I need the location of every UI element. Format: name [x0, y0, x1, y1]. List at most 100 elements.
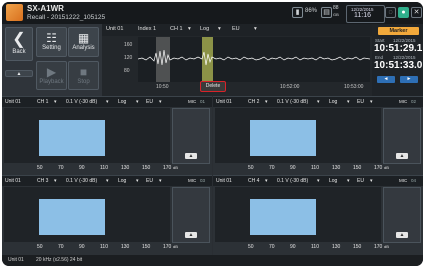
range-select[interactable]: 0.1 V (-30 dB) — [277, 99, 308, 105]
channel-select[interactable]: CH 3 — [37, 178, 48, 184]
x-tick: 90 — [79, 165, 85, 171]
chevron-down-icon: ▾ — [136, 99, 139, 105]
gps-icon[interactable]: ● — [398, 7, 409, 18]
play-icon: ▶ — [46, 65, 57, 79]
unit-label: Unit 01 — [216, 99, 232, 105]
channel-header: Unit 01 CH 4 ▾ 0.1 V (-30 dB) ▾ Log ▾ EU… — [213, 176, 423, 186]
expand-button[interactable]: ▲ — [396, 153, 408, 159]
marker-next-button[interactable]: ► — [400, 76, 418, 83]
index-select[interactable]: Index 1 — [138, 26, 156, 32]
x-tick: 170 — [374, 244, 383, 250]
expand-button[interactable]: ▲ — [185, 153, 197, 159]
sliders-icon: ☷ — [46, 31, 57, 45]
level-bar — [39, 120, 105, 156]
setting-button[interactable]: ☷ Setting — [36, 27, 67, 57]
weight-select[interactable]: EU — [357, 99, 364, 105]
channel-panel: Unit 01 CH 2 ▾ 0.1 V (-30 dB) ▾ Log ▾ EU… — [213, 96, 423, 175]
setting-label: Setting — [42, 45, 61, 51]
range-select[interactable]: 0.1 V (-30 dB) — [66, 178, 97, 184]
level-bar — [39, 199, 105, 235]
chevron-down-icon: ▾ — [370, 178, 373, 184]
triangle-up-icon: ▲ — [16, 71, 22, 77]
app-title: SX-A1WR — [27, 4, 64, 13]
chevron-down-icon: ▾ — [347, 178, 350, 184]
scale-select[interactable]: Log — [200, 26, 209, 32]
level-distribution-plot — [215, 187, 381, 242]
channel-side-panel: ▲ — [383, 187, 421, 243]
sync-icon[interactable]: ◌ — [385, 7, 396, 18]
delete-button[interactable]: Delete — [200, 81, 226, 92]
x-tick: 130 — [332, 244, 341, 250]
x-unit: dB — [384, 244, 389, 249]
level-distribution-plot — [4, 108, 170, 163]
x-tick: 130 — [121, 244, 130, 250]
weight-select[interactable]: EU — [357, 178, 364, 184]
battery-icon: ▮ — [292, 7, 303, 18]
channel-select[interactable]: CH 4 — [248, 178, 259, 184]
overview-header: Unit 01 Index 1 CH 1 ▾ Log ▾ EU ▾ — [102, 24, 372, 36]
calculator-icon: ▦ — [77, 31, 90, 45]
weight-select[interactable]: EU — [146, 178, 153, 184]
weight-select[interactable]: EU — [146, 99, 153, 105]
x-tick: 170 — [163, 244, 172, 250]
channel-select[interactable]: CH 1 — [170, 26, 183, 32]
scale-select[interactable]: Log — [118, 178, 126, 184]
x-tick: 70 — [58, 244, 64, 250]
overview-unit: Unit 01 — [106, 26, 124, 32]
range-select[interactable]: 0.1 V (-30 dB) — [66, 99, 97, 105]
level-distribution-plot — [4, 187, 170, 242]
channel-side-panel: ▲ — [383, 108, 421, 164]
close-button[interactable]: ✕ — [411, 7, 422, 18]
scale-select[interactable]: Log — [329, 99, 337, 105]
playback-button[interactable]: ▶ Playback — [36, 61, 67, 90]
recall-file-name: Recall - 20151222_105125 — [27, 14, 106, 21]
x-tick: 70 — [269, 244, 275, 250]
mic-number: 02 — [411, 99, 417, 104]
scale-select[interactable]: Log — [118, 99, 126, 105]
x-tick: 150 — [353, 165, 362, 171]
stop-button[interactable]: ■ Stop — [68, 61, 99, 90]
collapse-button[interactable]: ▲ — [5, 70, 33, 77]
x-unit: dB — [384, 165, 389, 170]
storage-unit: GB — [333, 12, 339, 17]
chevron-down-icon: ▾ — [188, 26, 191, 32]
x-tick: 50 — [37, 244, 43, 250]
overview-trend-graph[interactable] — [138, 37, 370, 82]
title-bar: SX-A1WR Recall - 20151222_105125 ▮ 86% ▤… — [2, 2, 423, 24]
x-unit: dB — [173, 244, 178, 249]
expand-button[interactable]: ▲ — [185, 232, 197, 238]
weight-select[interactable]: EU — [232, 26, 240, 32]
marker-button[interactable]: Marker — [378, 27, 419, 35]
stop-icon: ■ — [79, 65, 88, 79]
status-info: 20 kHz (x2.56) 24 bit — [36, 257, 83, 263]
unit-label: Unit 01 — [216, 178, 232, 184]
start-time: 10:51:29.1 — [374, 43, 423, 54]
x-tick: 150 — [142, 244, 151, 250]
range-select[interactable]: 0.1 V (-30 dB) — [277, 178, 308, 184]
x-tick: 50 — [248, 244, 254, 250]
expand-button[interactable]: ▲ — [396, 232, 408, 238]
channel-header: Unit 01 CH 1 ▾ 0.1 V (-30 dB) ▾ Log ▾ EU… — [2, 97, 212, 107]
channel-select[interactable]: CH 2 — [248, 99, 259, 105]
level-bar — [250, 199, 316, 235]
scale-select[interactable]: Log — [329, 178, 337, 184]
playback-label: Playback — [39, 79, 64, 85]
mic-number: 01 — [200, 99, 206, 104]
analysis-button[interactable]: ▦ Analysis — [68, 27, 99, 57]
channel-side-panel: ▲ — [172, 108, 210, 164]
x-tick: 50 — [37, 165, 43, 171]
channel-select[interactable]: CH 1 — [37, 99, 48, 105]
back-label: Back — [12, 49, 26, 55]
level-bar — [250, 120, 316, 156]
x-tick: 110 — [100, 165, 108, 171]
marker-prev-button[interactable]: ◄ — [377, 76, 395, 83]
level-distribution-plot — [215, 108, 381, 163]
x-tick: 110 — [311, 244, 319, 250]
back-button[interactable]: ❮ Back — [5, 27, 33, 61]
analysis-label: Analysis — [72, 45, 95, 51]
x-tick: 70 — [58, 165, 64, 171]
chevron-down-icon: ▾ — [254, 26, 257, 32]
chevron-down-icon: ▾ — [136, 178, 139, 184]
unit-label: Unit 01 — [5, 178, 21, 184]
x-tick: 90 — [290, 165, 296, 171]
